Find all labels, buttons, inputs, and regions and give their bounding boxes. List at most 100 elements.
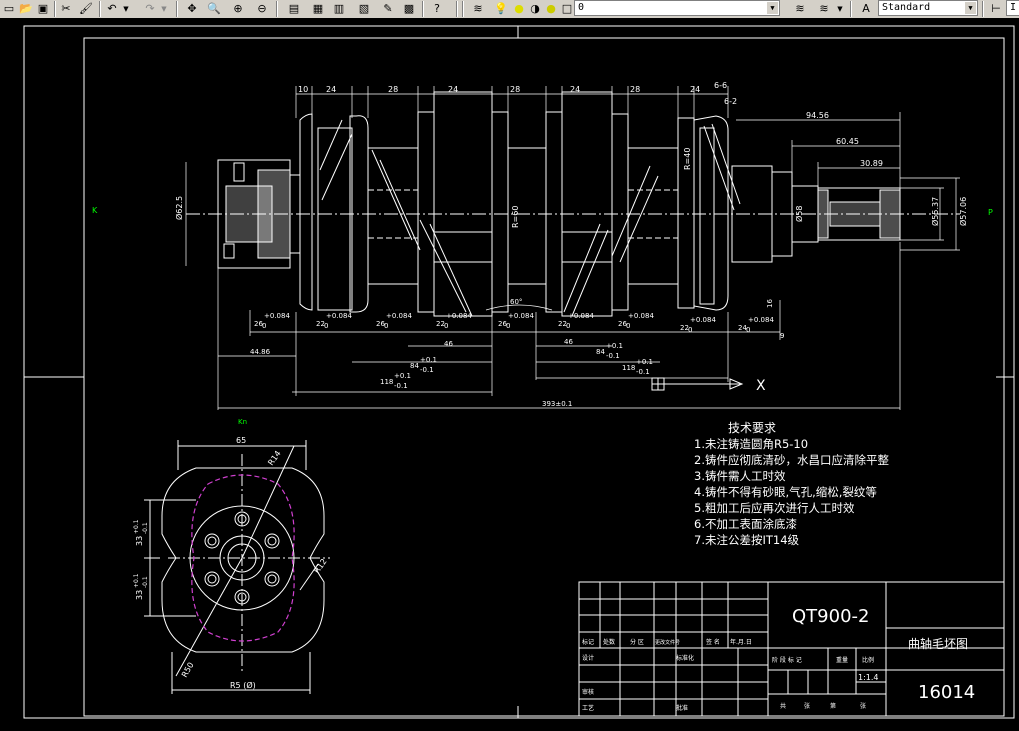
- pan-icon[interactable]: ✥: [184, 1, 200, 17]
- dim-top-3: 28: [388, 85, 398, 94]
- calculator-icon[interactable]: ▩: [401, 1, 417, 17]
- hdr-label-3: 分 区: [630, 638, 644, 646]
- section-marker: Kn: [238, 418, 247, 426]
- chevron-down-icon: ▼: [767, 2, 778, 14]
- dim-bottom-3-tol: +0.1: [420, 356, 437, 364]
- tol-sub-7: 0: [626, 322, 630, 330]
- side-width-top: 65: [236, 436, 246, 445]
- redo-dropdown-icon[interactable]: ▼: [156, 1, 172, 17]
- tol-sup-4: +0.084: [446, 312, 472, 320]
- material-label: QT900-2: [792, 606, 869, 627]
- layer-freeze-icon[interactable]: ●: [511, 1, 527, 17]
- side-height-2-tol: +0.1: [133, 573, 140, 588]
- sheet-set-icon[interactable]: ▧: [356, 1, 372, 17]
- markup-icon[interactable]: ✎: [380, 1, 396, 17]
- side-width-bottom: R5 (Ø): [230, 680, 256, 690]
- dim-bottom-5: 46: [564, 338, 573, 346]
- tol-dim-sixteen: 16: [766, 299, 774, 308]
- tol-sup-2: +0.084: [326, 312, 352, 320]
- dim-bottom-1: 44.86: [250, 348, 271, 356]
- notes-item-7: 7.未注公差按IT14级: [694, 533, 800, 547]
- tol-sub-8: 0: [688, 326, 692, 334]
- side-height-2-tol-lo: -0.1: [142, 576, 149, 588]
- hdr-label-4: 更改文件号: [655, 639, 680, 646]
- layer-previous-icon[interactable]: ≋: [792, 1, 808, 17]
- layer-state-dropdown-icon[interactable]: ▼: [832, 1, 848, 17]
- properties-icon[interactable]: ▤: [286, 1, 302, 17]
- drawing-canvas[interactable]: K P Kn 10 24 28 24 28 24 28 24 6-6 6-2 9…: [0, 18, 1019, 727]
- tol-sup-5: +0.084: [508, 312, 534, 320]
- right-marker: P: [988, 208, 993, 217]
- notes-title: 技术要求: [728, 421, 776, 435]
- row-label-3: 工艺: [582, 704, 594, 712]
- row-label-2: 审核: [582, 688, 594, 696]
- notes-item-5: 5.粗加工后应再次进行人工时效: [694, 501, 855, 515]
- dim-bottom-2: 46: [444, 340, 453, 348]
- section-label-1: 6-6: [714, 81, 727, 90]
- tol-sub-6: 0: [566, 322, 570, 330]
- notes-item-3: 3.铸件需人工时效: [694, 469, 786, 483]
- save-icon[interactable]: ▣: [35, 1, 51, 17]
- dim-style-value: I: [1010, 2, 1017, 13]
- stage-label-2: 重量: [836, 656, 848, 664]
- dim-dia-right-1: Ø55.37: [930, 197, 940, 226]
- part-name: 曲轴毛坯图: [908, 636, 968, 651]
- layer-manager-icon[interactable]: ≋: [470, 1, 486, 17]
- tol-sub-5: 0: [506, 322, 510, 330]
- dim-bottom-4-tol: +0.1: [394, 372, 411, 380]
- vertical-label-2: R=40: [683, 148, 692, 170]
- undo-dropdown-icon[interactable]: ▼: [118, 1, 134, 17]
- notes-item-1: 1.未注铸造圆角R5-10: [694, 437, 808, 451]
- dim-dia-right-2: Ø57.06: [958, 197, 968, 226]
- dim-top-8: 24: [690, 85, 700, 94]
- dim-top-5: 28: [510, 85, 520, 94]
- text-style-value: Standard: [882, 2, 931, 13]
- zoom-realtime-icon[interactable]: 🔍: [206, 1, 222, 17]
- drawing-number: 16014: [918, 682, 975, 703]
- dim-top-6: 24: [570, 85, 580, 94]
- hdr-label-1: 标记: [582, 638, 594, 646]
- sheet-label-1: 共: [780, 702, 786, 710]
- layer-lock-icon[interactable]: ◑: [527, 1, 543, 17]
- tol-sup-1: +0.084: [264, 312, 290, 320]
- side-height-1-tol: +0.1: [133, 519, 140, 534]
- cut-icon[interactable]: ✂: [58, 1, 74, 17]
- hdr-label-2: 处数: [603, 638, 615, 646]
- notes-item-4: 4.铸件不得有砂眼,气孔,缩松,裂纹等: [694, 485, 877, 499]
- tol-dim-nine: 9: [780, 332, 784, 340]
- match-properties-icon[interactable]: 🖌: [78, 1, 94, 17]
- sheet-label-2: 张: [804, 702, 810, 710]
- hdr-label-6: 年.月.日: [730, 638, 752, 646]
- layer-select[interactable]: 0 ▼: [574, 0, 780, 16]
- row-label-1: 设计: [582, 654, 594, 662]
- text-style-select[interactable]: Standard ▼: [878, 0, 978, 16]
- layer-on-icon[interactable]: 💡: [493, 1, 509, 17]
- zoom-previous-icon[interactable]: ⊖: [254, 1, 270, 17]
- dim-dia-right-3: Ø58: [794, 206, 804, 222]
- dim-top-4: 24: [448, 85, 458, 94]
- layer-color-icon[interactable]: ●: [543, 1, 559, 17]
- layer-state-icon[interactable]: ≋: [816, 1, 832, 17]
- notes-item-6: 6.不加工表面涂底漆: [694, 517, 797, 531]
- stage-label-3: 比例: [862, 656, 874, 664]
- dim-right-2: 60.45: [836, 137, 859, 146]
- dim-right-3: 30.89: [860, 159, 883, 168]
- help-icon[interactable]: ?: [429, 1, 445, 17]
- approve-label: 批准: [676, 704, 688, 712]
- side-height-2: 33: [135, 590, 144, 600]
- dim-bottom-7-tol: +0.1: [636, 358, 653, 366]
- dim-bottom-3: 84: [410, 362, 419, 370]
- design-center-icon[interactable]: ▦: [310, 1, 326, 17]
- tol-sup-7: +0.084: [628, 312, 654, 320]
- sheet-label-3: 第: [830, 702, 836, 710]
- open-icon[interactable]: 📂: [18, 1, 34, 17]
- layer-color-box-icon[interactable]: □: [559, 1, 575, 17]
- std-label: 标准化: [676, 654, 694, 662]
- zoom-window-icon[interactable]: ⊕: [230, 1, 246, 17]
- hdr-label-5: 签 名: [706, 638, 720, 646]
- tool-palettes-icon[interactable]: ▥: [331, 1, 347, 17]
- dim-style-icon[interactable]: ⊢: [988, 1, 1004, 17]
- text-style-icon[interactable]: A: [858, 1, 874, 17]
- dim-style-select[interactable]: I: [1006, 0, 1019, 16]
- new-icon[interactable]: ▭: [1, 1, 17, 17]
